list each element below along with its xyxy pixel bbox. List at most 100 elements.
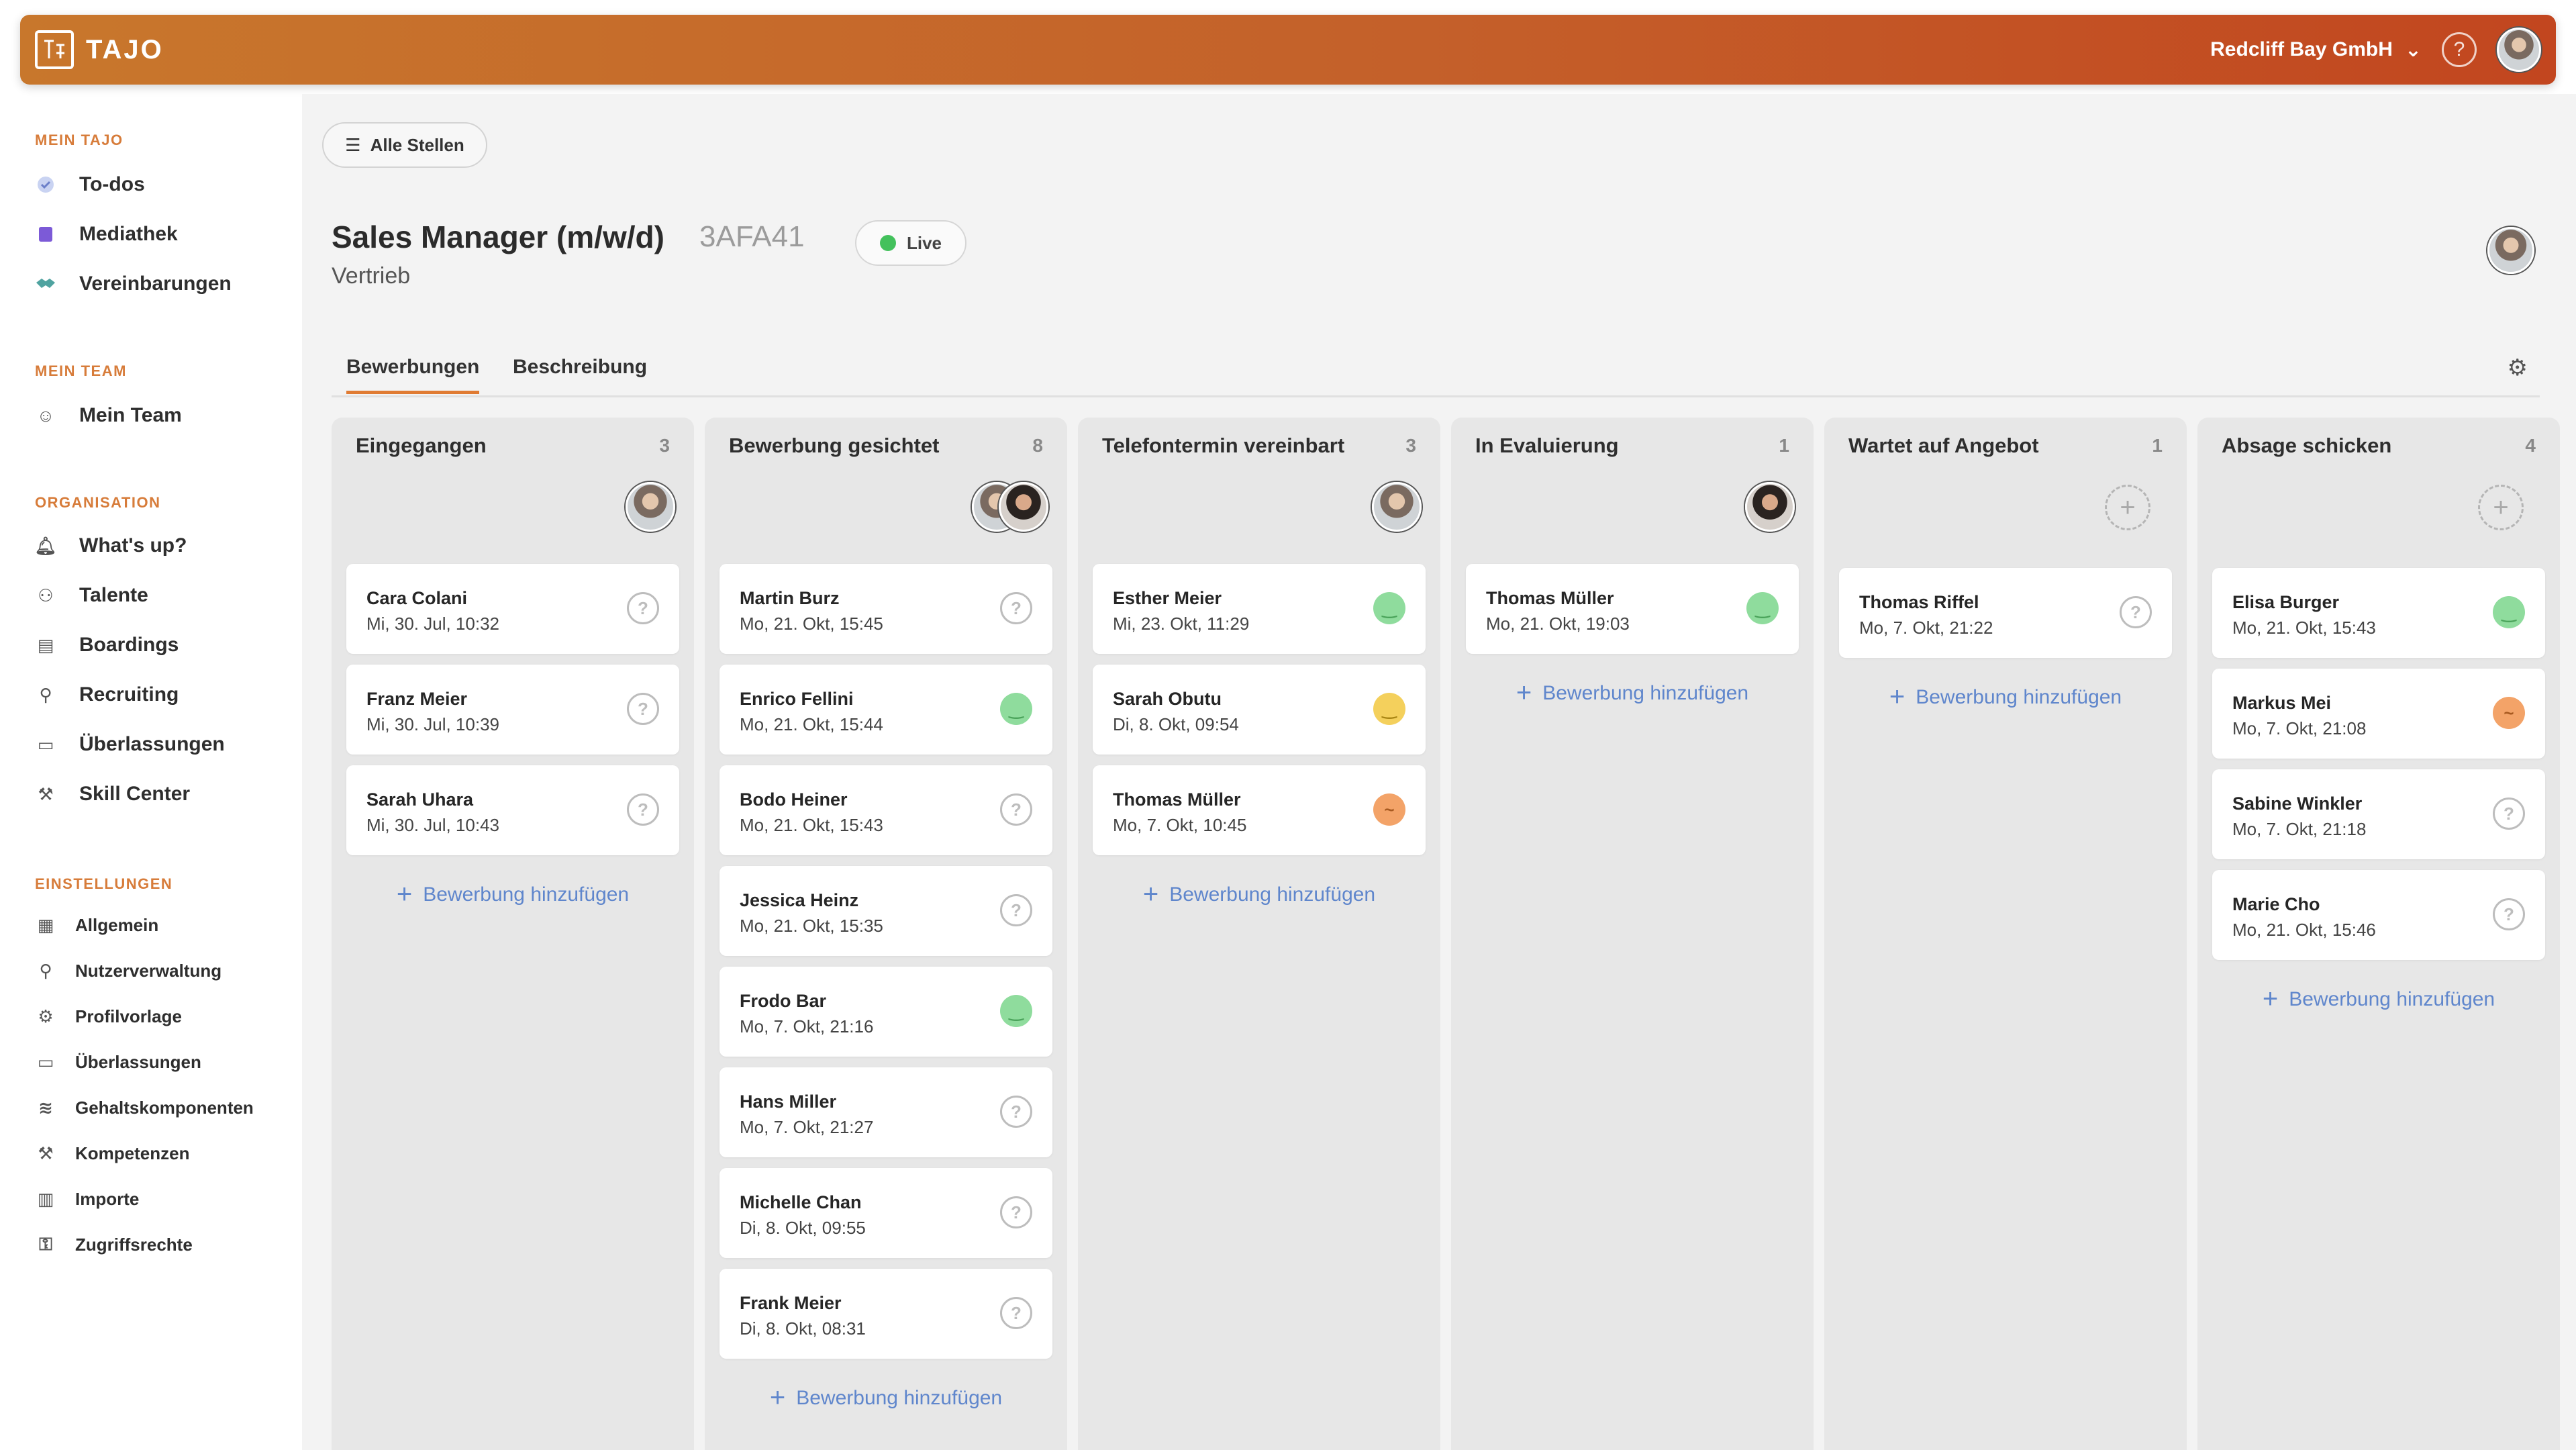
sidebar-item-label: What's up?: [79, 534, 187, 557]
thinking-face-icon[interactable]: ~: [2493, 697, 2525, 729]
sidebar-item-ueberlassungen[interactable]: ▭ Überlassungen: [35, 733, 225, 756]
question-icon[interactable]: ?: [2120, 596, 2152, 628]
tab-beschreibung[interactable]: Beschreibung: [513, 356, 647, 379]
happy-face-icon[interactable]: ‿: [1373, 592, 1405, 624]
column-in-evaluierung: In Evaluierung 1 Thomas Müller Mo, 21. O…: [1451, 418, 1814, 1450]
sidebar-item-recruiting[interactable]: ⚲ Recruiting: [35, 683, 179, 706]
happy-face-icon[interactable]: ‿: [1746, 592, 1779, 624]
application-card[interactable]: Marie Cho Mo, 21. Okt, 15:46 ?: [2212, 870, 2545, 960]
question-icon[interactable]: ?: [1000, 592, 1032, 624]
sidebar-item-todos[interactable]: To-dos: [35, 173, 145, 196]
job-owner-avatar[interactable]: [2487, 227, 2534, 274]
sidebar-item-mediathek[interactable]: Mediathek: [35, 223, 178, 246]
avatar[interactable]: [999, 482, 1048, 532]
avatar[interactable]: [1745, 482, 1795, 532]
application-card[interactable]: Elisa Burger Mo, 21. Okt, 15:43 ‿: [2212, 568, 2545, 658]
sidebar-section-title: MEIN TAJO: [35, 132, 123, 148]
sidebar-item-profilvorlage[interactable]: ⚙ Profilvorlage: [35, 1006, 182, 1027]
add-application-button[interactable]: + Bewerbung hinzufügen: [2212, 984, 2545, 1014]
application-card[interactable]: Franz Meier Mi, 30. Jul, 10:39 ?: [346, 665, 679, 755]
question-icon[interactable]: ?: [627, 592, 659, 624]
application-date: Mo, 7. Okt, 21:27: [740, 1117, 874, 1137]
application-card[interactable]: Michelle Chan Di, 8. Okt, 09:55 ?: [720, 1168, 1052, 1258]
application-card[interactable]: Frank Meier Di, 8. Okt, 08:31 ?: [720, 1269, 1052, 1359]
happy-face-icon[interactable]: ‿: [1000, 693, 1032, 725]
question-icon[interactable]: ?: [2493, 898, 2525, 930]
avatar[interactable]: [1372, 482, 1422, 532]
grin-face-icon[interactable]: ‿: [1373, 693, 1405, 725]
live-dot-icon: [879, 235, 896, 251]
status-badge[interactable]: Live: [855, 220, 967, 266]
plus-icon: +: [1142, 879, 1159, 909]
sidebar-item-skill-center[interactable]: ⚒ Skill Center: [35, 783, 190, 806]
add-application-button[interactable]: + Bewerbung hinzufügen: [720, 1383, 1052, 1413]
question-icon[interactable]: ?: [1000, 793, 1032, 826]
tab-bewerbungen[interactable]: Bewerbungen: [346, 356, 480, 394]
application-card[interactable]: Thomas Riffel Mo, 7. Okt, 21:22 ?: [1839, 568, 2172, 658]
sidebar-item-gehaltskomponenten[interactable]: ≋ Gehaltskomponenten: [35, 1097, 254, 1118]
add-assignee-icon[interactable]: +: [2105, 485, 2150, 530]
application-card[interactable]: Thomas Müller Mo, 21. Okt, 19:03 ‿: [1466, 564, 1799, 654]
question-icon[interactable]: ?: [2493, 798, 2525, 830]
sidebar-item-importe[interactable]: ▥ Importe: [35, 1188, 140, 1210]
application-card[interactable]: Sabine Winkler Mo, 7. Okt, 21:18 ?: [2212, 769, 2545, 859]
plus-icon: +: [769, 1383, 786, 1412]
sidebar-item-boardings[interactable]: ▤ Boardings: [35, 634, 179, 657]
sidebar-item-allgemein[interactable]: ▦ Allgemein: [35, 914, 159, 936]
question-icon[interactable]: ?: [1000, 1096, 1032, 1128]
sidebar-item-ueberlassungen-settings[interactable]: ▭ Überlassungen: [35, 1051, 201, 1073]
sidebar-item-vereinbarungen[interactable]: Vereinbarungen: [35, 273, 232, 295]
add-application-label: Bewerbung hinzufügen: [1916, 685, 2122, 708]
application-card[interactable]: Jessica Heinz Mo, 21. Okt, 15:35 ?: [720, 866, 1052, 956]
question-icon[interactable]: ?: [627, 693, 659, 725]
application-card[interactable]: Sarah Uhara Mi, 30. Jul, 10:43 ?: [346, 765, 679, 855]
thinking-face-icon[interactable]: ~: [1373, 793, 1405, 826]
sidebar-item-whats-up[interactable]: 🔔︎ What's up?: [35, 534, 187, 557]
help-icon[interactable]: ?: [2442, 32, 2477, 67]
add-application-label: Bewerbung hinzufügen: [1542, 681, 1749, 704]
application-card[interactable]: Martin Burz Mo, 21. Okt, 15:45 ?: [720, 564, 1052, 654]
sidebar-item-label: Mediathek: [79, 223, 178, 245]
application-card[interactable]: Enrico Fellini Mo, 21. Okt, 15:44 ‿: [720, 665, 1052, 755]
application-card[interactable]: Esther Meier Mi, 23. Okt, 11:29 ‿: [1093, 564, 1426, 654]
application-card[interactable]: Frodo Bar Mo, 7. Okt, 21:16 ‿: [720, 967, 1052, 1057]
application-card[interactable]: Cara Colani Mi, 30. Jul, 10:32 ?: [346, 564, 679, 654]
bell-icon: 🔔︎: [34, 535, 57, 556]
user-search-icon: ⚲: [39, 684, 52, 705]
application-card[interactable]: Markus Mei Mo, 7. Okt, 21:08 ~: [2212, 669, 2545, 759]
add-application-button[interactable]: + Bewerbung hinzufügen: [1839, 682, 2172, 712]
question-icon[interactable]: ?: [627, 793, 659, 826]
column-title: In Evaluierung: [1475, 434, 1619, 457]
question-icon[interactable]: ?: [1000, 894, 1032, 926]
application-card[interactable]: Thomas Müller Mo, 7. Okt, 10:45 ~: [1093, 765, 1426, 855]
sidebar-item-zugriffsrechte[interactable]: ⚿ Zugriffsrechte: [35, 1234, 193, 1255]
add-assignee-icon[interactable]: +: [2478, 485, 2524, 530]
avatar[interactable]: [626, 482, 675, 532]
add-application-button[interactable]: + Bewerbung hinzufügen: [1093, 879, 1426, 910]
sidebar-item-mein-team[interactable]: ☺ Mein Team: [35, 404, 182, 427]
sidebar-item-kompetenzen[interactable]: ⚒ Kompetenzen: [35, 1143, 189, 1164]
all-jobs-button[interactable]: ☰ Alle Stellen: [322, 122, 487, 168]
sidebar-item-label: Überlassungen: [79, 733, 225, 755]
sidebar-section-title: EINSTELLUNGEN: [35, 875, 173, 892]
logo[interactable]: TAJO: [35, 30, 164, 69]
company-name: Redcliff Bay GmbH: [2210, 38, 2393, 60]
application-date: Mi, 30. Jul, 10:39: [366, 714, 499, 734]
application-card[interactable]: Bodo Heiner Mo, 21. Okt, 15:43 ?: [720, 765, 1052, 855]
sidebar-item-talente[interactable]: ⚇ Talente: [35, 584, 148, 607]
question-icon[interactable]: ?: [1000, 1297, 1032, 1329]
gear-icon[interactable]: ⚙: [2508, 354, 2528, 381]
company-switcher[interactable]: Redcliff Bay GmbH ⌄: [2210, 38, 2422, 62]
happy-face-icon[interactable]: ‿: [1000, 995, 1032, 1027]
logo-icon: [35, 30, 74, 69]
question-icon[interactable]: ?: [1000, 1196, 1032, 1228]
user-avatar[interactable]: [2497, 28, 2541, 72]
add-application-button[interactable]: + Bewerbung hinzufügen: [1466, 678, 1799, 708]
sidebar-item-nutzerverwaltung[interactable]: ⚲ Nutzerverwaltung: [35, 960, 221, 981]
hammer-icon: ⚒: [38, 1143, 54, 1163]
add-application-button[interactable]: + Bewerbung hinzufügen: [346, 879, 679, 910]
applicant-name: Elisa Burger: [2232, 592, 2340, 612]
application-card[interactable]: Sarah Obutu Di, 8. Okt, 09:54 ‿: [1093, 665, 1426, 755]
application-card[interactable]: Hans Miller Mo, 7. Okt, 21:27 ?: [720, 1067, 1052, 1157]
happy-face-icon[interactable]: ‿: [2493, 596, 2525, 628]
